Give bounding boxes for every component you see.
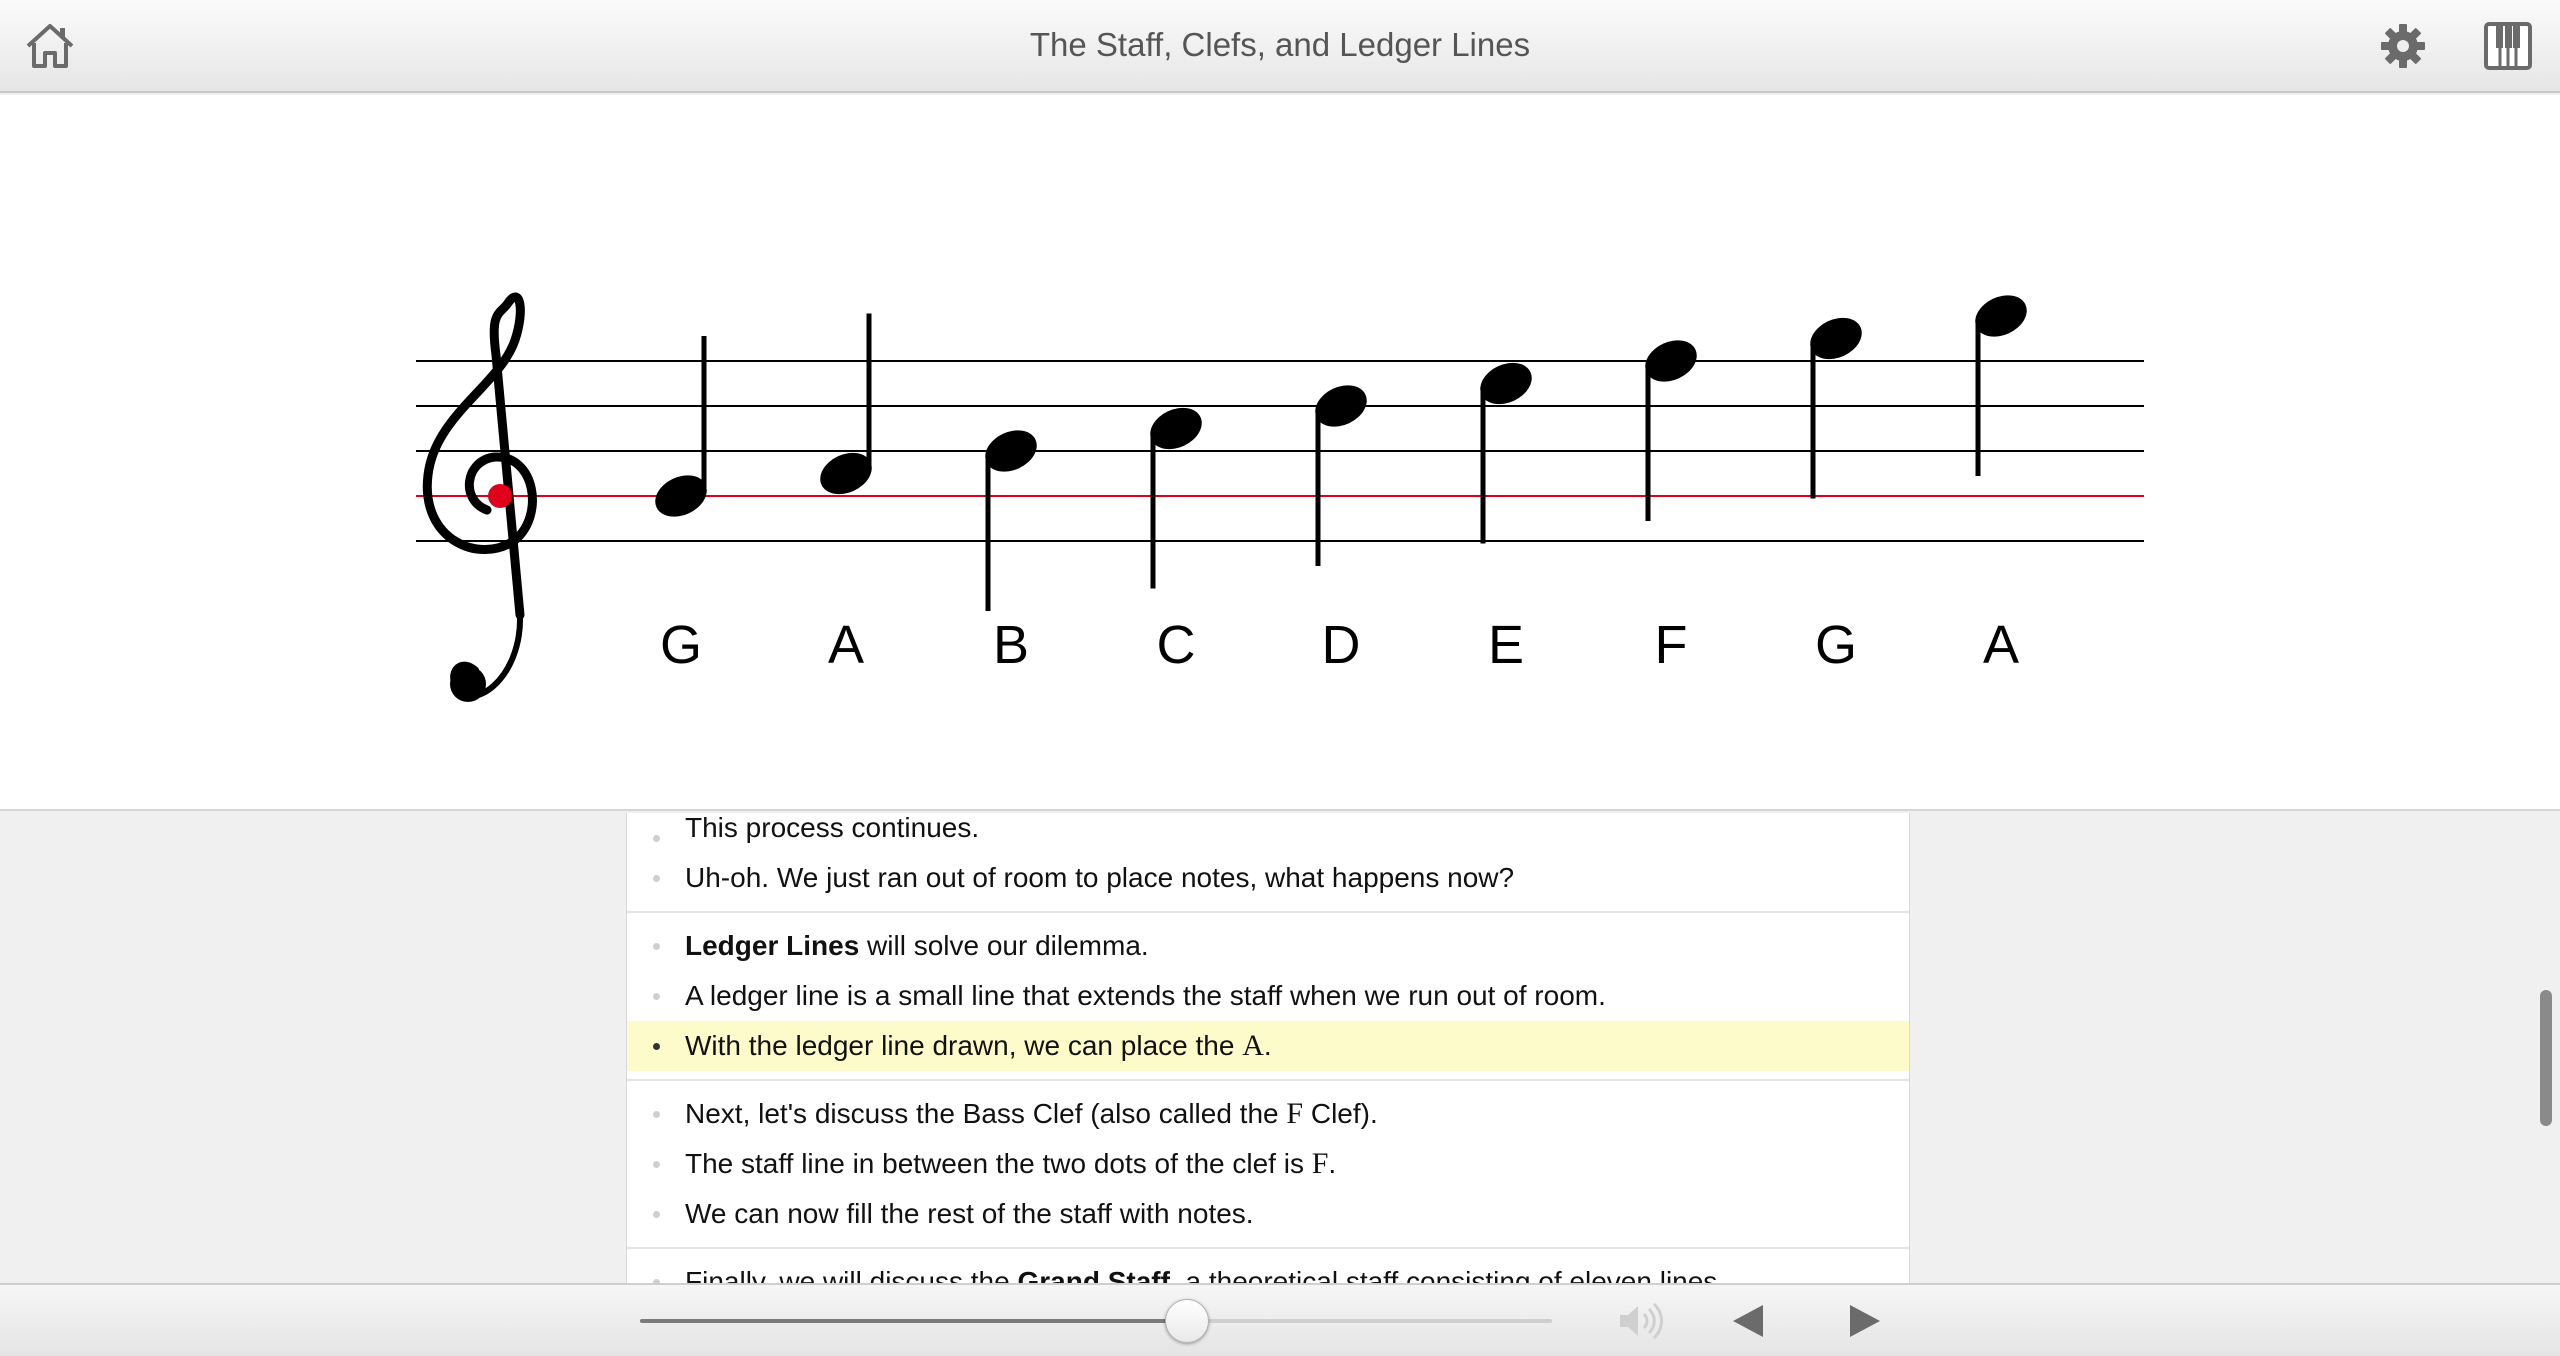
lesson-line-text: Clef). [1303, 1098, 1378, 1129]
quarter-note-g [1810, 317, 1862, 499]
page-title: The Staff, Clefs, and Ledger Lines [1029, 26, 1531, 63]
lesson-line-text: Uh-oh. We just ran out of room to place … [685, 862, 1515, 893]
lesson-line[interactable]: Ledger Lines will solve our dilemma. [627, 921, 1909, 971]
note-name-label: F [1655, 615, 1688, 675]
staff-view: GABCDEFGA [0, 95, 2560, 811]
note-letter: F [1311, 1147, 1329, 1180]
lesson-line-text: We can now fill the rest of the staff wi… [685, 1198, 1254, 1229]
previous-button[interactable] [1723, 1297, 1777, 1345]
lesson-line[interactable]: We can now fill the rest of the staff wi… [627, 1189, 1909, 1239]
quarter-note-c [1150, 407, 1202, 589]
clef-g-marker [488, 484, 512, 508]
note-name-label: D [1322, 615, 1361, 675]
lesson-line[interactable]: The staff line in between the two dots o… [627, 1139, 1909, 1189]
lesson-line-text: will solve our dilemma. [859, 930, 1149, 961]
lesson-line-text: With the ledger line drawn, we can place… [685, 1030, 1243, 1061]
lesson-line-text: Next, let's discuss the Bass Clef (also … [685, 1098, 1287, 1129]
lesson-term: Ledger Lines [685, 930, 860, 961]
quarter-note-e [1480, 362, 1532, 544]
quarter-note-a [1975, 295, 2027, 476]
lesson-line-text: . [1328, 1148, 1337, 1179]
progress-slider[interactable] [640, 1299, 1552, 1343]
lesson-line-text: , a theoretical staff consisting of elev… [1169, 1266, 1726, 1283]
note-name-label: A [1983, 615, 2019, 675]
gear-icon [2381, 24, 2425, 68]
lesson-term: Grand Staff [1017, 1266, 1170, 1283]
note-name-label: C [1157, 615, 1196, 675]
piano-button[interactable] [2480, 18, 2536, 74]
lesson-line[interactable]: A ledger line is a small line that exten… [627, 971, 1909, 1021]
quarter-note-g [655, 336, 707, 517]
quarter-note-d [1315, 385, 1367, 566]
note-name-label: A [828, 615, 864, 675]
previous-triangle-icon [1733, 1305, 1763, 1337]
note-name-label: G [660, 615, 702, 675]
lesson-line-text: A ledger line is a small line that exten… [685, 980, 1606, 1011]
note-letter: F [1286, 1097, 1304, 1130]
volume-button[interactable] [1614, 1297, 1668, 1345]
lesson-group: Next, let's discuss the Bass Clef (also … [627, 1081, 1909, 1249]
settings-button[interactable] [2375, 18, 2431, 74]
quarter-note-f [1645, 340, 1697, 521]
note-name-label: E [1488, 615, 1524, 675]
lesson-line-text: The staff line in between the two dots o… [685, 1148, 1312, 1179]
lesson-line-text: This process continues. [685, 813, 980, 843]
next-triangle-icon [1850, 1305, 1880, 1337]
next-button[interactable] [1838, 1297, 1892, 1345]
title-bar: The Staff, Clefs, and Ledger Lines [0, 0, 2560, 93]
lesson-line-current[interactable]: With the ledger line drawn, we can place… [627, 1021, 1909, 1071]
piano-keyboard-icon [2484, 22, 2532, 70]
lesson-group: Ledger Lines will solve our dilemma. A l… [627, 913, 1909, 1081]
lesson-line[interactable]: Finally, we will discuss the Grand Staff… [627, 1257, 1909, 1283]
volume-icon [1620, 1302, 1663, 1340]
note-names-layer: GABCDEFGA [660, 615, 2019, 675]
lesson-line-text: Finally, we will discuss the [685, 1266, 1018, 1283]
quarter-note-b [985, 430, 1037, 611]
progress-slider-knob[interactable] [1165, 1299, 1210, 1343]
treble-clef-icon [422, 292, 537, 702]
quarter-note-a [820, 313, 872, 495]
lesson-line[interactable]: Next, let's discuss the Bass Clef (also … [627, 1089, 1909, 1139]
lesson-group: This process continues. Uh-oh. We just r… [627, 813, 1909, 913]
notes-layer [655, 295, 2027, 611]
progress-fill [640, 1319, 1188, 1323]
lesson-line[interactable]: This process continues. [627, 813, 1909, 853]
lesson-line-text: . [1263, 1030, 1272, 1061]
scrollbar-thumb[interactable] [2540, 990, 2552, 1126]
note-name-label: B [993, 615, 1029, 675]
note-name-label: G [1815, 615, 1857, 675]
music-staff: GABCDEFGA [416, 292, 2144, 702]
lesson-text-panel[interactable]: This process continues. Uh-oh. We just r… [626, 813, 1910, 1283]
note-letter: A [1242, 1029, 1264, 1062]
player-bar [0, 1283, 2560, 1356]
lesson-line[interactable]: Uh-oh. We just ran out of room to place … [627, 853, 1909, 903]
